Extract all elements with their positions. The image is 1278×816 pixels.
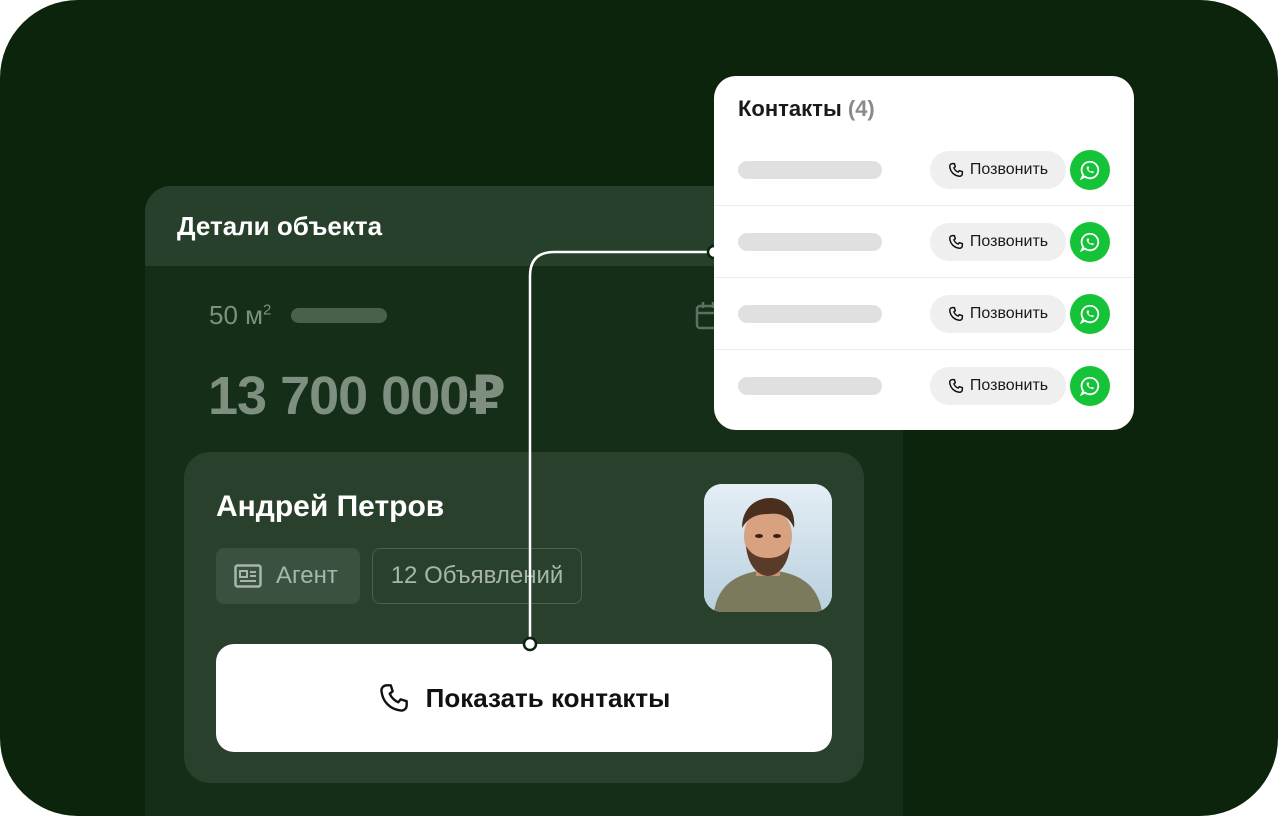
contact-row: Позвонить <box>714 134 1134 206</box>
contact-row: Позвонить <box>714 278 1134 350</box>
phone-icon <box>948 378 963 394</box>
contact-name-placeholder <box>738 377 882 395</box>
contacts-count: (4) <box>847 96 875 121</box>
app-frame: Детали объекта 50 м2 13 700 000₽ Андрей … <box>0 0 1278 816</box>
whatsapp-icon <box>1079 304 1100 325</box>
contact-name-placeholder <box>738 161 882 179</box>
phone-icon <box>948 306 963 322</box>
whatsapp-button[interactable] <box>1070 150 1110 190</box>
call-button[interactable]: Позвонить <box>930 223 1066 261</box>
whatsapp-icon <box>1079 376 1100 397</box>
contact-row: Позвонить <box>714 206 1134 278</box>
call-button[interactable]: Позвонить <box>930 367 1066 405</box>
phone-icon <box>948 234 963 250</box>
contact-row: Позвонить <box>714 350 1134 422</box>
call-button[interactable]: Позвонить <box>930 151 1066 189</box>
whatsapp-button[interactable] <box>1070 366 1110 406</box>
contact-name-placeholder <box>738 305 882 323</box>
contacts-title: Контакты (4) <box>738 96 875 121</box>
call-button-label: Позвонить <box>969 161 1049 178</box>
whatsapp-icon <box>1079 232 1100 253</box>
contact-name-placeholder <box>738 233 882 251</box>
whatsapp-button[interactable] <box>1070 294 1110 334</box>
contacts-popup: Контакты (4) Позвонить Позвонить Позвони… <box>714 76 1134 430</box>
call-button-label: Позвонить <box>969 233 1049 250</box>
whatsapp-button[interactable] <box>1070 222 1110 262</box>
call-button[interactable]: Позвонить <box>930 295 1066 333</box>
whatsapp-icon <box>1079 160 1100 181</box>
call-button-label: Позвонить <box>969 377 1049 394</box>
call-button-label: Позвонить <box>969 305 1049 322</box>
phone-icon <box>948 162 963 178</box>
